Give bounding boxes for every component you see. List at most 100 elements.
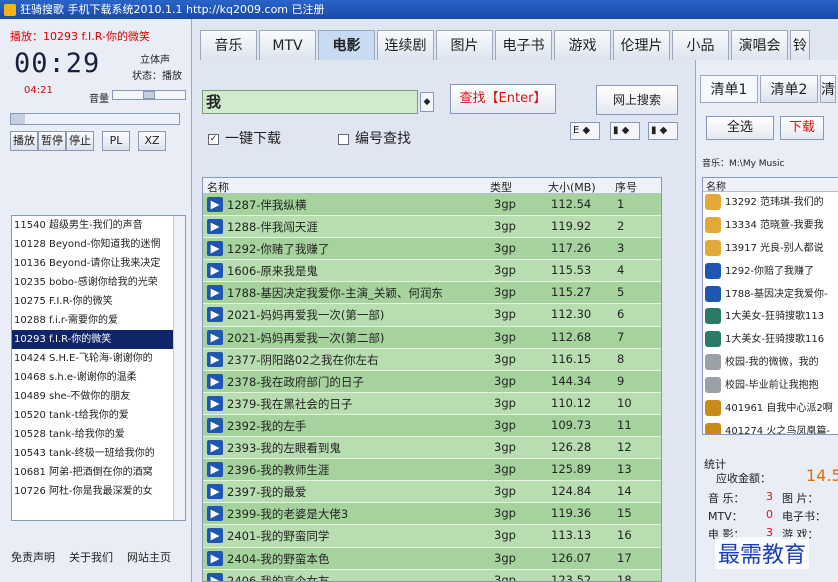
- stereo-label: 立体声: [140, 55, 170, 66]
- tab-movie[interactable]: 电影: [318, 30, 375, 60]
- pause-button[interactable]: 暂停: [38, 131, 66, 151]
- download-list-item[interactable]: 13292 范玮琪-我们的: [703, 192, 838, 215]
- download-list-item[interactable]: 1大美女-狂骑搜歌113: [703, 306, 838, 329]
- download-list[interactable]: 名称 13292 范玮琪-我们的 13334 范晓萱-我要我 13917 光良-别人…: [702, 177, 838, 435]
- table-row[interactable]: ▶ 2021-妈妈再爱我一次(第二部) 3gp 112.68 7: [203, 326, 661, 349]
- tab-concert[interactable]: 演唱会: [731, 30, 788, 60]
- play-button[interactable]: 播放: [10, 131, 38, 151]
- number-find-checkbox[interactable]: 编号查找: [338, 128, 411, 148]
- playlist-item[interactable]: 11540 超级男生-我们的声音: [12, 216, 185, 235]
- one-click-checkbox[interactable]: ✓ 一键下载: [208, 128, 281, 148]
- tab-images[interactable]: 图片: [436, 30, 493, 60]
- playlist-item[interactable]: 10681 阿弟-把酒倒在你的酒窝: [12, 463, 185, 482]
- select-all-button[interactable]: 全选: [706, 116, 774, 140]
- playlist-item-selected[interactable]: 10293 f.I.R-你的微笑: [12, 330, 185, 349]
- table-row[interactable]: ▶ 2404-我的野蛮本色 3gp 126.07 17: [203, 547, 661, 570]
- playlist-item[interactable]: 10128 Beyond-你知道我的迷惘: [12, 235, 185, 254]
- playlist-item[interactable]: 10136 Beyond-请你让我来决定: [12, 254, 185, 273]
- e-spinner[interactable]: E ◆: [570, 122, 600, 140]
- table-row[interactable]: ▶ 2397-我的最爱 3gp 124.84 14: [203, 481, 661, 504]
- playlist-item[interactable]: 10726 阿杜-你是我最深爱的女: [12, 482, 185, 501]
- stop-button[interactable]: 停止: [66, 131, 94, 151]
- download-list-item[interactable]: 1大美女-狂骑搜歌116: [703, 329, 838, 352]
- tab-ringtone[interactable]: 铃: [790, 30, 810, 60]
- table-row[interactable]: ▶ 2379-我在黑社会的日子 3gp 110.12 10: [203, 392, 661, 415]
- col-no[interactable]: 序号: [615, 179, 637, 195]
- table-row[interactable]: ▶ 2392-我的左手 3gp 109.73 11: [203, 414, 661, 438]
- playlist-item[interactable]: 10543 tank-终极一班给我你的: [12, 444, 185, 463]
- playlist[interactable]: 11540 超级男生-我们的声音 10128 Beyond-你知道我的迷惘 10…: [11, 215, 186, 521]
- download-list-item[interactable]: 1788-基因决定我爱你-: [703, 284, 838, 307]
- homepage-link[interactable]: 网站主页: [127, 551, 171, 564]
- row-type: 3gp: [494, 241, 516, 256]
- video-file-icon: ▶: [207, 219, 223, 235]
- download-list-item[interactable]: 校园-我的微微，我的: [703, 352, 838, 375]
- table-row[interactable]: ▶ 2401-我的野蛮同学 3gp 113.13 16: [203, 525, 661, 548]
- table-row[interactable]: ▶ 1287-伴我纵横 3gp 112.54 1: [203, 194, 661, 217]
- table-row[interactable]: ▶ 2399-我的老婆是大佬3 3gp 119.36 15: [203, 503, 661, 526]
- row-size: 112.30: [551, 307, 592, 322]
- progress-knob[interactable]: [11, 114, 25, 124]
- pl-button[interactable]: PL: [102, 131, 130, 151]
- table-row[interactable]: ▶ 2406-我的高个女友 3gp 123.52 18: [203, 569, 661, 581]
- playlist-item[interactable]: 10528 tank-给我你的爱: [12, 425, 185, 444]
- row-name: 2392-我的左手: [227, 418, 307, 433]
- playlist-item[interactable]: 10468 s.h.e-谢谢你的温柔: [12, 368, 185, 387]
- tab-series[interactable]: 连续剧: [377, 30, 434, 60]
- download-list-item[interactable]: 校园-毕业前让我抱抱: [703, 375, 838, 398]
- tab-ebook[interactable]: 电子书: [495, 30, 552, 60]
- playlist-item[interactable]: 10235 bobo-感谢你给我的光荣: [12, 273, 185, 292]
- spinner-3[interactable]: ▮ ◆: [648, 122, 678, 140]
- download-list-item[interactable]: 401274 火之鸟凤凰篇-: [703, 421, 838, 434]
- progress-slider[interactable]: [10, 113, 180, 125]
- col-name[interactable]: 名称: [207, 179, 229, 195]
- download-list-item[interactable]: 13334 范晓萱-我要我: [703, 215, 838, 238]
- disclaimer-link[interactable]: 免责声明: [11, 551, 55, 564]
- playlist-item[interactable]: 10275 F.I.R-你的微笑: [12, 292, 185, 311]
- row-no: 16: [617, 528, 632, 543]
- row-no: 9: [617, 373, 625, 388]
- search-input[interactable]: 我: [202, 90, 418, 114]
- checkbox-box[interactable]: [338, 133, 349, 145]
- volume-knob[interactable]: [143, 91, 155, 99]
- row-name: 1788-基因决定我爱你-主演_关颖、何润东: [227, 286, 443, 301]
- table-row[interactable]: ▶ 1288-伴我闯天涯 3gp 119.92 2: [203, 216, 661, 239]
- tab-ethics[interactable]: 伦理片: [613, 30, 670, 60]
- find-button[interactable]: 查找【Enter】: [450, 84, 556, 114]
- playlist-item[interactable]: 10489 she-不做你的朋友: [12, 387, 185, 406]
- table-row[interactable]: ▶ 2393-我的左眼看到鬼 3gp 126.28 12: [203, 437, 661, 460]
- check-icon[interactable]: ✓: [208, 133, 219, 145]
- tab-list2[interactable]: 清单2: [760, 75, 818, 103]
- avatar-icon: [705, 239, 721, 256]
- table-row[interactable]: ▶ 1606-原来我是鬼 3gp 115.53 4: [203, 260, 661, 283]
- download-list-item[interactable]: 401961 自我中心派2啊: [703, 398, 838, 421]
- spinner-2[interactable]: ▮ ◆: [610, 122, 640, 140]
- xz-button[interactable]: XZ: [138, 131, 166, 151]
- col-size[interactable]: 大小(MB): [548, 179, 596, 195]
- tab-music[interactable]: 音乐: [200, 30, 257, 60]
- net-search-button[interactable]: 网上搜索: [596, 85, 678, 115]
- table-row[interactable]: ▶ 2377-阴阳路02之我在你左右 3gp 116.15 8: [203, 348, 661, 371]
- table-row[interactable]: ▶ 2396-我的教师生涯 3gp 125.89 13: [203, 459, 661, 482]
- table-row[interactable]: ▶ 2378-我在政府部门的日子 3gp 144.34 9: [203, 370, 661, 393]
- tab-mtv[interactable]: MTV: [259, 30, 316, 60]
- table-row[interactable]: ▶ 2021-妈妈再爱我一次(第一部) 3gp 112.30 6: [203, 304, 661, 327]
- download-button[interactable]: 下载: [780, 116, 824, 140]
- table-row[interactable]: ▶ 1292-你赌了我赚了 3gp 117.26 3: [203, 238, 661, 261]
- col-type[interactable]: 类型: [490, 179, 512, 195]
- tab-list1[interactable]: 清单1: [700, 75, 758, 103]
- tab-games[interactable]: 游戏: [554, 30, 611, 60]
- row-no: 15: [617, 506, 632, 521]
- tab-sketch[interactable]: 小品: [672, 30, 729, 60]
- playlist-scrollbar[interactable]: [173, 216, 185, 520]
- tab-list3[interactable]: 清: [820, 75, 836, 103]
- volume-slider[interactable]: [112, 90, 186, 100]
- playlist-item[interactable]: 10288 f.i.r-需要你的爱: [12, 311, 185, 330]
- playlist-item[interactable]: 10424 S.H.E-飞轮海-谢谢你的: [12, 349, 185, 368]
- search-dropdown-icon[interactable]: ◆: [420, 92, 434, 112]
- about-link[interactable]: 关于我们: [69, 551, 113, 564]
- playlist-item[interactable]: 10520 tank-t给我你的爱: [12, 406, 185, 425]
- table-row[interactable]: ▶ 1788-基因决定我爱你-主演_关颖、何润东 3gp 115.27 5: [203, 282, 661, 305]
- download-list-item[interactable]: 13917 光良-别人都说: [703, 238, 838, 261]
- download-list-item[interactable]: 1292-你赔了我赚了: [703, 261, 838, 284]
